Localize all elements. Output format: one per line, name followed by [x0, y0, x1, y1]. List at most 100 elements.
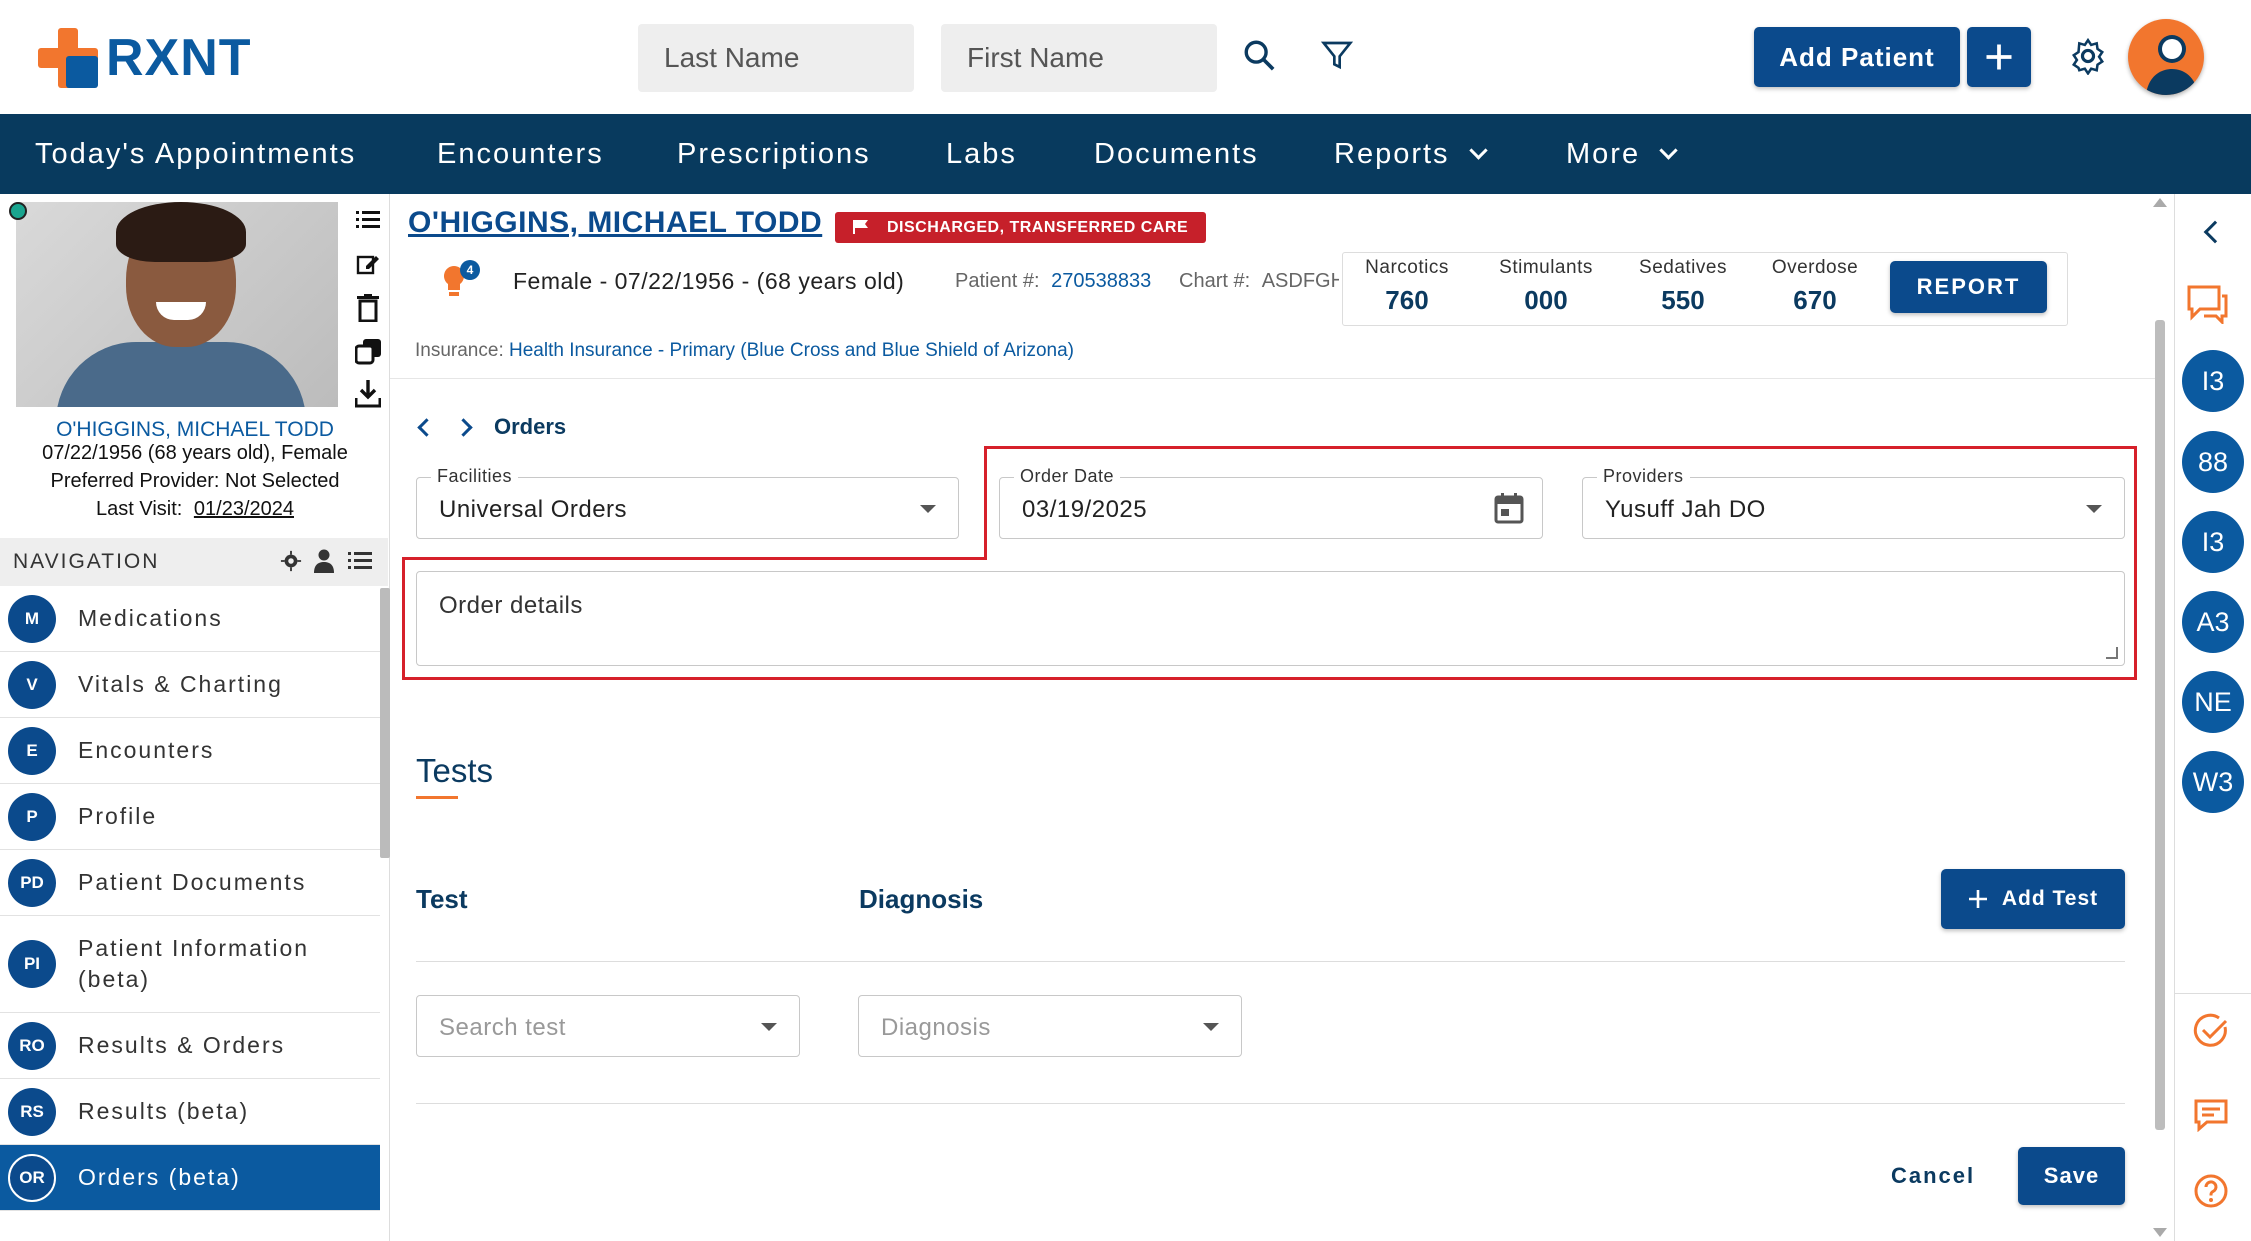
pdmp-panel: Narcotics 760 Stimulants 000 Sedatives 550 … — [1342, 252, 2068, 326]
breadcrumb-orders: Orders — [494, 414, 567, 439]
trash-icon[interactable] — [354, 294, 382, 322]
plus-icon — [1986, 44, 2012, 70]
chevron-left-icon[interactable] — [417, 417, 436, 437]
gear-icon[interactable] — [2066, 34, 2110, 78]
top-bar: RXNT Add Patient — [0, 0, 2251, 114]
highlight-left-upper — [984, 446, 987, 560]
pdmp-value: 550 — [1661, 285, 1705, 315]
edit-icon[interactable] — [354, 250, 382, 278]
patient-name-link[interactable]: O'HIGGINS, MICHAEL TODD — [408, 206, 822, 240]
nav-reports[interactable]: Reports — [1334, 114, 1488, 194]
last-visit-date[interactable]: 01/23/2024 — [194, 498, 294, 520]
highlight-top — [984, 446, 2137, 458]
nav-item-medications[interactable]: M Medications — [0, 586, 380, 652]
filter-icon[interactable] — [1316, 34, 1358, 76]
rail-circle-4[interactable]: A3 — [2182, 591, 2244, 653]
caret-down-icon — [761, 1023, 777, 1031]
add-patient-plus-button[interactable] — [1967, 27, 2031, 87]
avatar-icon[interactable] — [2128, 19, 2204, 95]
tests-divider-bottom — [416, 1103, 2125, 1104]
diagnosis-column-header: Diagnosis — [859, 884, 984, 914]
test-column-header: Test — [416, 884, 468, 914]
rxnt-logo[interactable]: RXNT — [38, 28, 252, 88]
nav-item-profile[interactable]: P Profile — [0, 784, 380, 850]
providers-select[interactable]: Providers Yusuff Jah DO — [1582, 466, 2125, 539]
download-icon[interactable] — [354, 380, 382, 408]
calendar-icon[interactable] — [1494, 492, 1524, 529]
save-button[interactable]: Save — [2018, 1147, 2125, 1205]
scroll-up-icon[interactable] — [2153, 198, 2167, 207]
nav-item-encounters[interactable]: E Encounters — [0, 718, 380, 784]
report-button[interactable]: REPORT — [1890, 261, 2047, 313]
first-name-input[interactable] — [941, 24, 1217, 92]
nav-prescriptions[interactable]: Prescriptions — [677, 114, 871, 194]
facilities-select[interactable]: Facilities Universal Orders — [416, 466, 959, 539]
nav-item-orders-beta[interactable]: OR Orders (beta) — [0, 1145, 380, 1211]
resize-handle-icon[interactable] — [2106, 647, 2118, 659]
help-icon[interactable] — [2193, 1173, 2229, 1209]
sidebar-scrollbar[interactable] — [380, 588, 390, 858]
rail-circle-5[interactable]: NE — [2182, 671, 2244, 733]
nav-encounters[interactable]: Encounters — [437, 114, 604, 194]
insurance-label: Insurance: — [415, 340, 504, 361]
gear-icon[interactable] — [280, 550, 302, 578]
nav-documents[interactable]: Documents — [1094, 114, 1259, 194]
patient-number-link[interactable]: 270538833 — [1051, 270, 1151, 292]
providers-value: Yusuff Jah DO — [1605, 496, 1766, 523]
list-icon[interactable] — [354, 206, 382, 234]
caret-down-icon — [2086, 505, 2102, 513]
nav-badge: OR — [8, 1153, 56, 1202]
copy-icon[interactable] — [354, 338, 382, 366]
nav-badge: RO — [8, 1021, 56, 1070]
user-icon[interactable] — [314, 549, 334, 579]
order-date-field[interactable]: Order Date 03/19/2025 — [999, 466, 1543, 539]
search-test-select[interactable]: Search test — [416, 995, 800, 1057]
nav-item-patient-information[interactable]: PI Patient Information (beta) — [0, 916, 380, 1013]
nav-item-label: Vitals & Charting — [78, 671, 283, 697]
breadcrumb: Orders — [417, 414, 567, 440]
chart-number-label: Chart #: — [1179, 270, 1251, 292]
navigation-list: M Medications V Vitals & Charting E Encount… — [0, 586, 380, 1211]
lightbulb-alert-icon[interactable]: 4 — [440, 260, 480, 302]
sidebar-patient-name[interactable]: O'HIGGINS, MICHAEL TODD — [0, 418, 390, 442]
scroll-down-icon[interactable] — [2153, 1228, 2167, 1237]
patient-photo — [16, 202, 338, 407]
nav-todays-appointments[interactable]: Today's Appointments — [35, 114, 356, 194]
insurance-value[interactable]: Health Insurance - Primary (Blue Cross a… — [509, 340, 1074, 361]
add-test-button[interactable]: Add Test — [1941, 869, 2125, 929]
chevron-right-icon[interactable] — [454, 417, 473, 437]
cancel-button[interactable]: Cancel — [1891, 1163, 1975, 1189]
diagnosis-select[interactable]: Diagnosis — [858, 995, 1242, 1057]
chat-bubble-icon[interactable] — [2186, 284, 2228, 326]
status-badge-text: DISCHARGED, TRANSFERRED CARE — [887, 218, 1189, 236]
tests-title: Tests — [416, 752, 494, 789]
add-patient-button[interactable]: Add Patient — [1754, 27, 1960, 87]
list-icon[interactable] — [348, 550, 372, 578]
nav-item-results-beta[interactable]: RS Results (beta) — [0, 1079, 380, 1145]
check-circle-icon[interactable] — [2193, 1013, 2229, 1049]
navigation-header: NAVIGATION — [0, 538, 388, 586]
providers-label: Providers — [1597, 466, 1690, 487]
rail-circle-2[interactable]: 88 — [2182, 431, 2244, 493]
nav-item-vitals[interactable]: V Vitals & Charting — [0, 652, 380, 718]
pdmp-label: Overdose — [1771, 257, 1859, 278]
nav-item-label: Encounters — [78, 737, 215, 763]
main-scrollbar[interactable] — [2155, 320, 2165, 1130]
facilities-value: Universal Orders — [439, 496, 628, 523]
pdmp-stimulants: Stimulants 000 — [1487, 257, 1605, 316]
rail-circle-1[interactable]: I3 — [2182, 350, 2244, 412]
last-name-input[interactable] — [638, 24, 914, 92]
search-icon[interactable] — [1238, 34, 1280, 76]
nav-labs[interactable]: Labs — [946, 114, 1017, 194]
rail-circle-3[interactable]: I3 — [2182, 511, 2244, 573]
nav-item-patient-documents[interactable]: PD Patient Documents — [0, 850, 380, 916]
nav-more[interactable]: More — [1566, 114, 1678, 194]
nav-item-label: Profile — [78, 803, 158, 829]
message-icon[interactable] — [2193, 1098, 2229, 1133]
rail-circle-6[interactable]: W3 — [2182, 751, 2244, 813]
caret-down-icon — [920, 505, 936, 513]
nav-badge: PI — [8, 940, 56, 988]
flag-icon — [853, 220, 868, 234]
order-details-textarea[interactable]: Order details — [416, 571, 2125, 666]
nav-item-results-orders[interactable]: RO Results & Orders — [0, 1013, 380, 1079]
